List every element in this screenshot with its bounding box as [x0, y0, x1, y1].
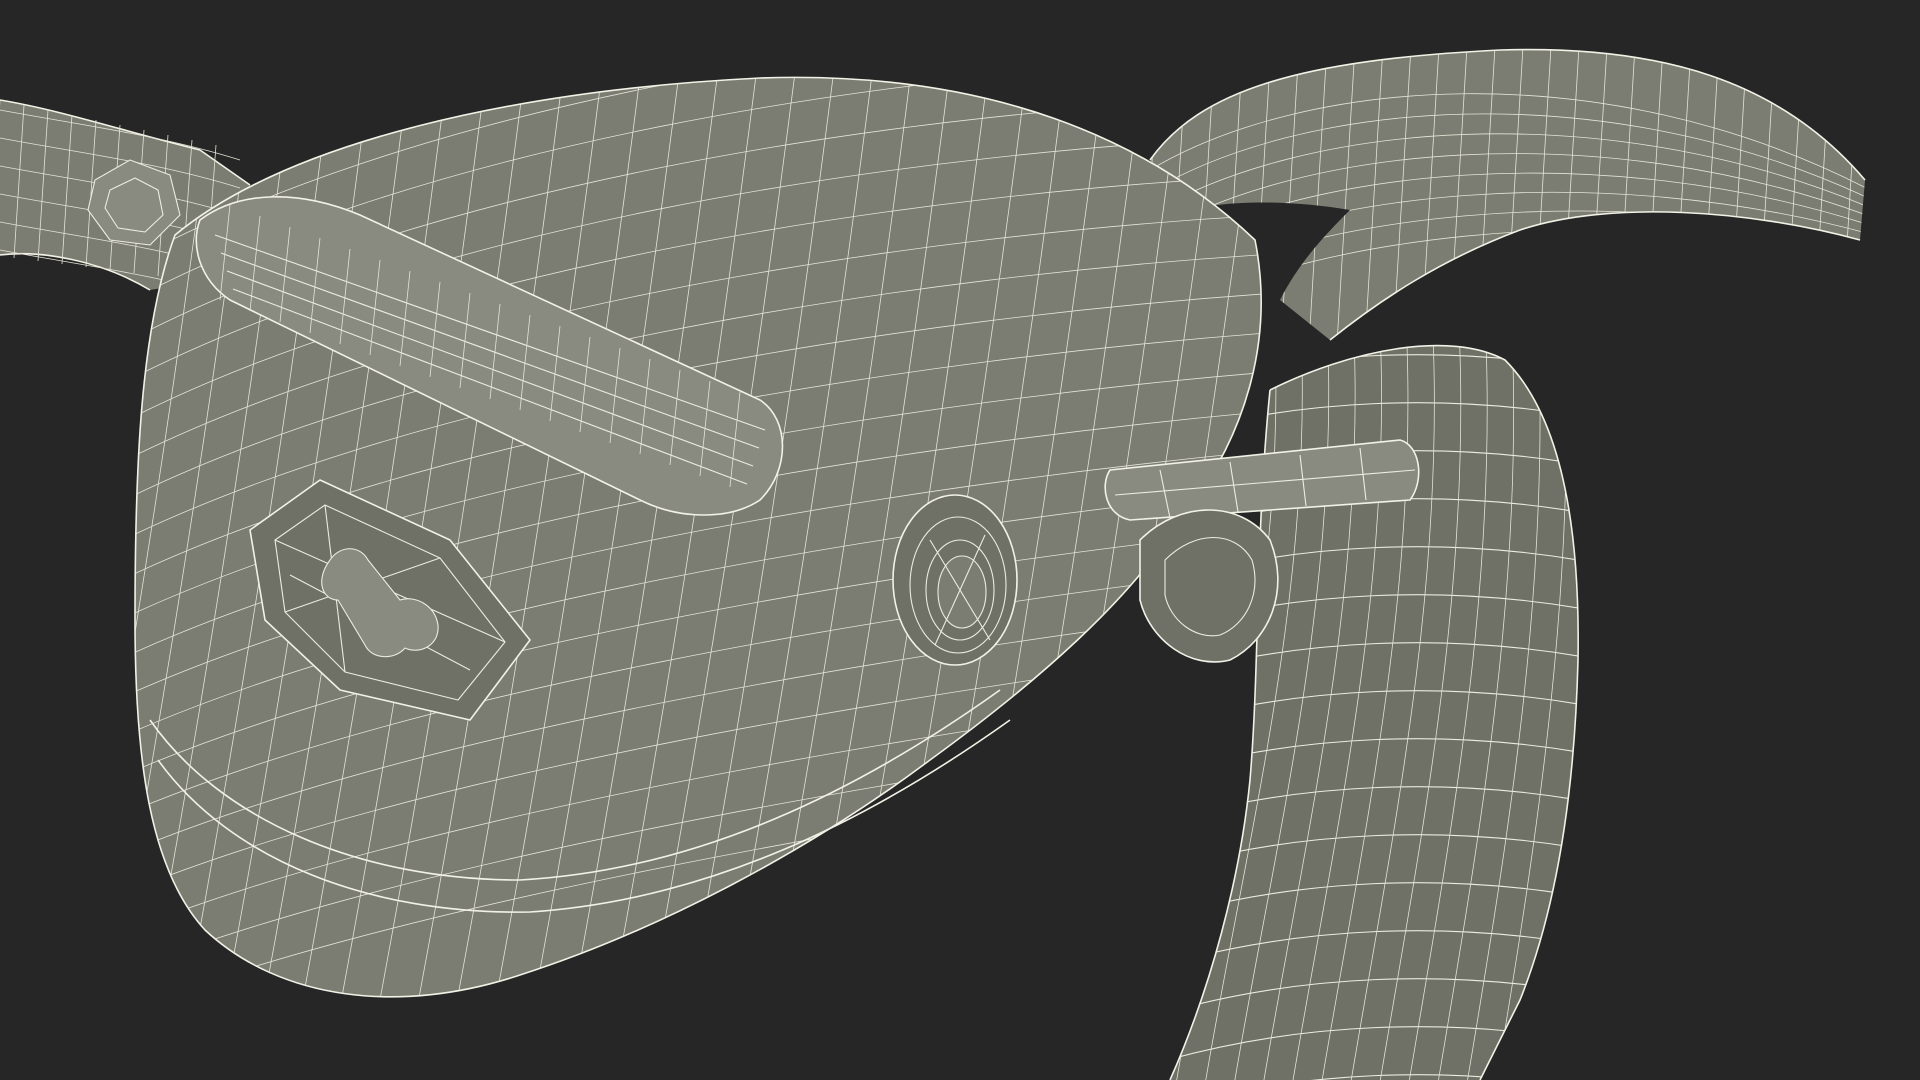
wireframe-model [0, 48, 1866, 1080]
jack-socket [892, 494, 1018, 666]
render-viewport [0, 0, 1920, 1080]
